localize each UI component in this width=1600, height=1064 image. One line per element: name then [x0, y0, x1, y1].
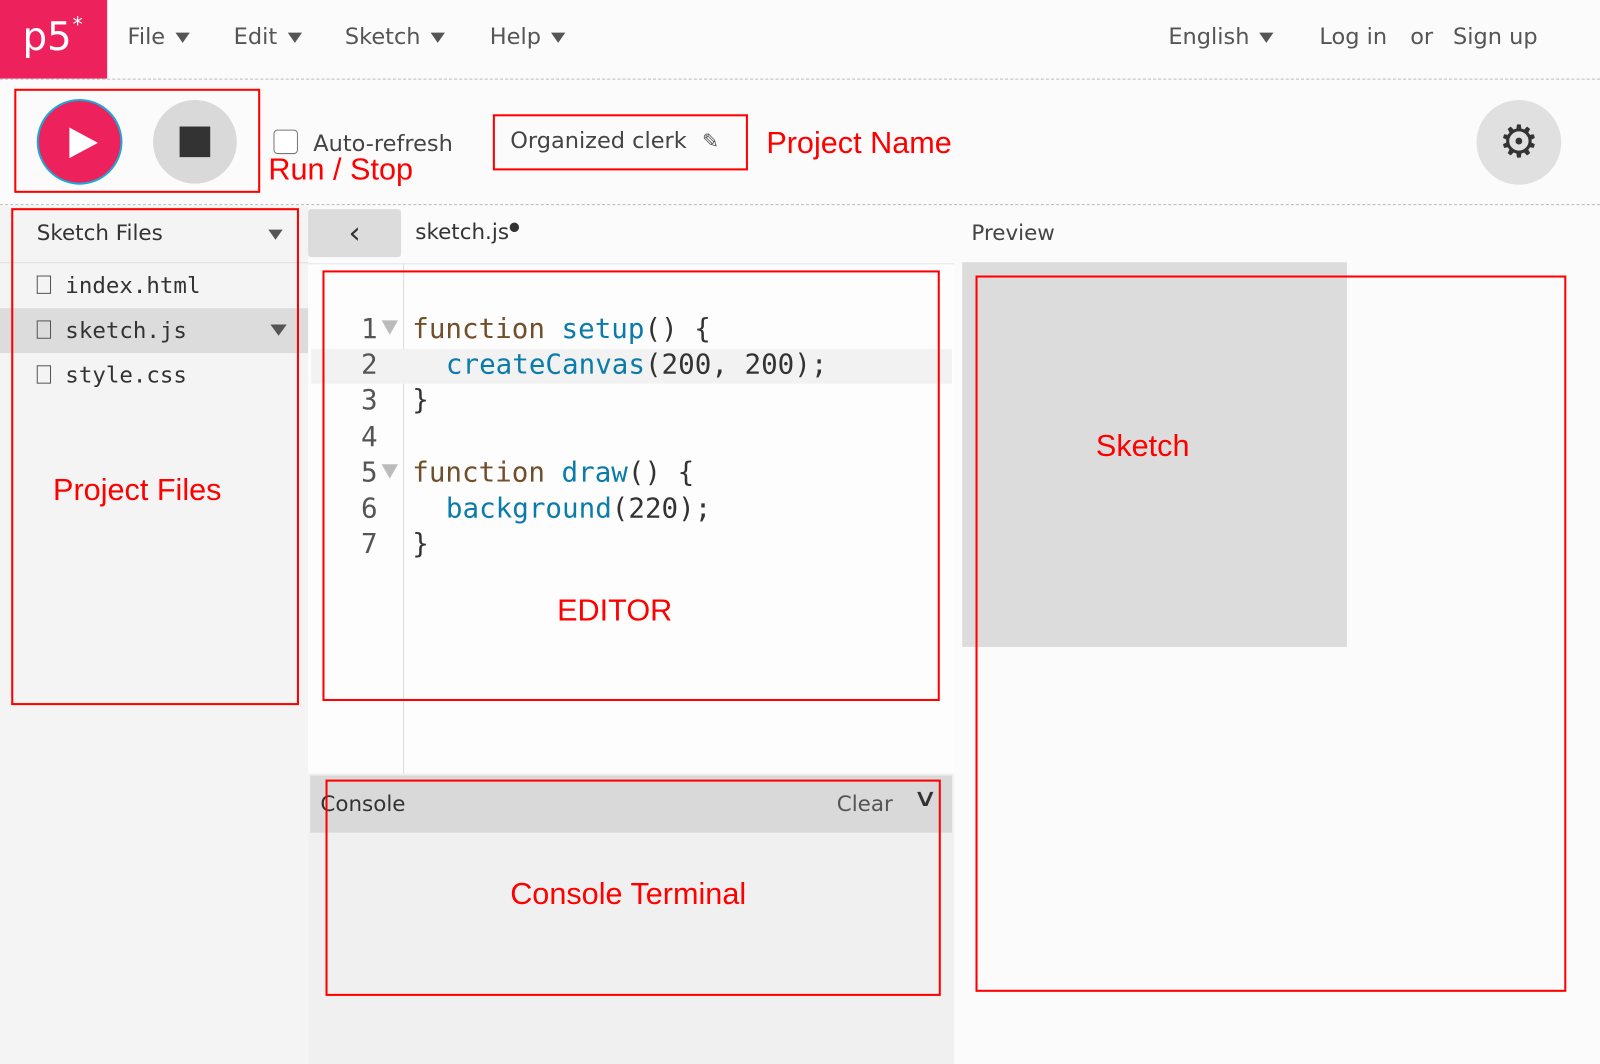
collapse-sidebar-button[interactable]: ‹ — [308, 209, 402, 258]
divider — [0, 204, 1600, 206]
project-name-button[interactable]: Organized clerk ✎ — [492, 114, 748, 171]
login-link[interactable]: Log in — [1319, 24, 1387, 50]
auto-refresh-checkbox[interactable] — [273, 129, 298, 155]
caret-down-icon — [287, 32, 302, 43]
divider — [0, 78, 1600, 80]
menu-sketch[interactable]: Sketch — [345, 24, 446, 50]
or-text: or — [1410, 24, 1434, 50]
annotation-project-name: Project Name — [766, 126, 952, 161]
annotation-project-files: Project Files — [53, 473, 222, 508]
caret-down-icon — [175, 32, 190, 43]
p5-logo[interactable]: p5 * — [0, 0, 108, 79]
pencil-icon: ✎ — [702, 128, 720, 154]
annotation-run-stop: Run / Stop — [268, 153, 414, 187]
annotation-box-sketch — [975, 275, 1567, 992]
annotation-box-editor — [322, 270, 940, 702]
signup-link[interactable]: Sign up — [1453, 24, 1538, 50]
preview-title: Preview — [971, 220, 1055, 245]
menu-help[interactable]: Help — [490, 24, 566, 50]
annotation-box-run-stop — [14, 88, 261, 193]
menu-edit[interactable]: Edit — [234, 24, 302, 50]
settings-button[interactable]: ⚙ — [1476, 99, 1562, 185]
gear-icon: ⚙ — [1498, 116, 1539, 169]
chevron-left-icon: ‹ — [348, 215, 361, 252]
caret-down-icon — [1259, 32, 1274, 43]
annotation-editor: EDITOR — [557, 593, 673, 628]
annotation-box-project-files — [11, 208, 299, 706]
unsaved-indicator: ● — [509, 219, 520, 234]
language-select[interactable]: English — [1168, 24, 1274, 50]
caret-down-icon — [551, 32, 566, 43]
annotation-console: Console Terminal — [510, 877, 747, 912]
editor-tab[interactable]: sketch.js● — [415, 219, 519, 243]
caret-down-icon — [430, 32, 446, 43]
annotation-sketch: Sketch — [1095, 429, 1190, 464]
menu-file[interactable]: File — [128, 24, 190, 50]
